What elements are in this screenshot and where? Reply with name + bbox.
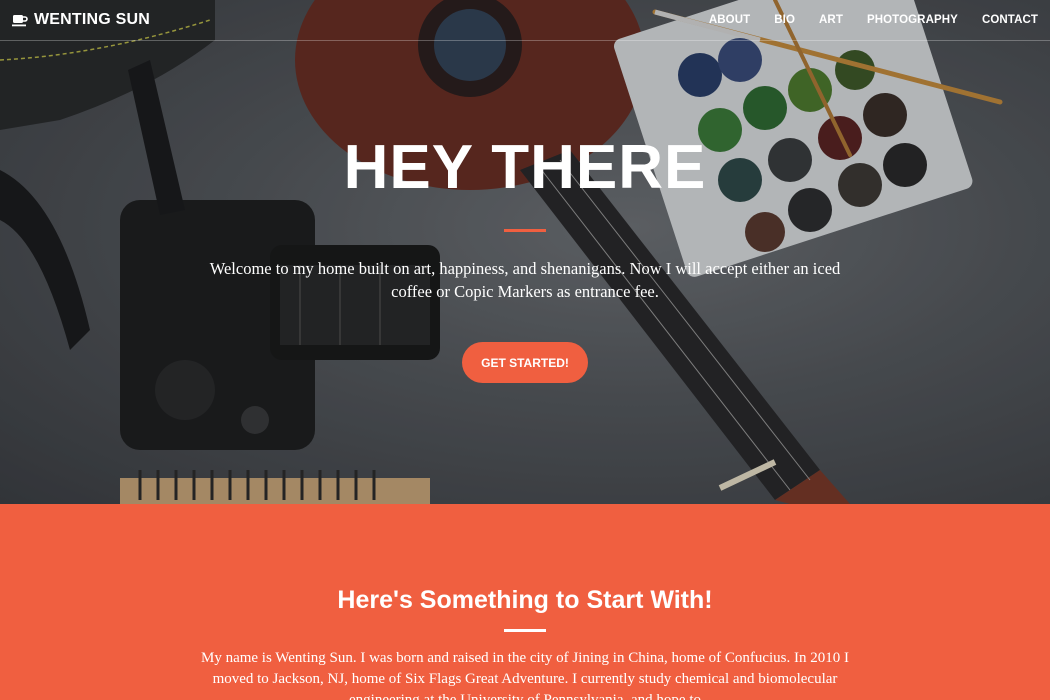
brand-link[interactable]: WENTING SUN: [12, 11, 150, 29]
about-text: My name is Wenting Sun. I was born and r…: [200, 650, 849, 700]
nav-link-photography[interactable]: PHOTOGRAPHY: [867, 14, 958, 26]
about-section: Here's Something to Start With! My name …: [0, 504, 1050, 700]
coffee-cup-icon: [12, 13, 28, 27]
hero-title: HEY THERE: [343, 133, 707, 202]
about-divider: [504, 629, 546, 632]
about-title: Here's Something to Start With!: [337, 586, 713, 614]
nav-links: ABOUT BIO ART PHOTOGRAPHY CONTACT: [685, 14, 1038, 26]
brand-name: WENTING SUN: [34, 11, 150, 28]
get-started-button[interactable]: GET STARTED!: [462, 342, 588, 383]
hero-divider: [504, 229, 546, 232]
navbar: WENTING SUN ABOUT BIO ART PHOTOGRAPHY CO…: [0, 0, 1050, 41]
nav-link-contact[interactable]: CONTACT: [982, 14, 1038, 26]
nav-link-about[interactable]: ABOUT: [709, 14, 750, 26]
hero-content: HEY THERE Welcome to my home built on ar…: [0, 0, 1050, 504]
hero-intro-text: Welcome to my home built on art, happine…: [209, 259, 841, 301]
nav-link-bio[interactable]: BIO: [774, 14, 795, 26]
nav-link-art[interactable]: ART: [819, 14, 843, 26]
